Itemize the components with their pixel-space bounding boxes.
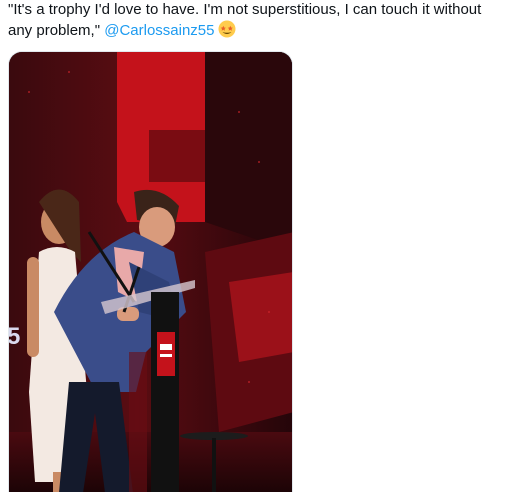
tweet-text: "It's a trophy I'd love to have. I'm not… [8,0,503,41]
stage-sign-number: 5 [9,323,20,350]
mention-link[interactable]: @Carlossainz55 [104,22,214,39]
star-struck-emoji-icon [218,20,236,38]
stage-photo: 5 [9,52,292,492]
tweet-quote-text: "It's a trophy I'd love to have. I'm not… [8,1,482,39]
tweet-photo[interactable]: 5 [8,51,293,492]
